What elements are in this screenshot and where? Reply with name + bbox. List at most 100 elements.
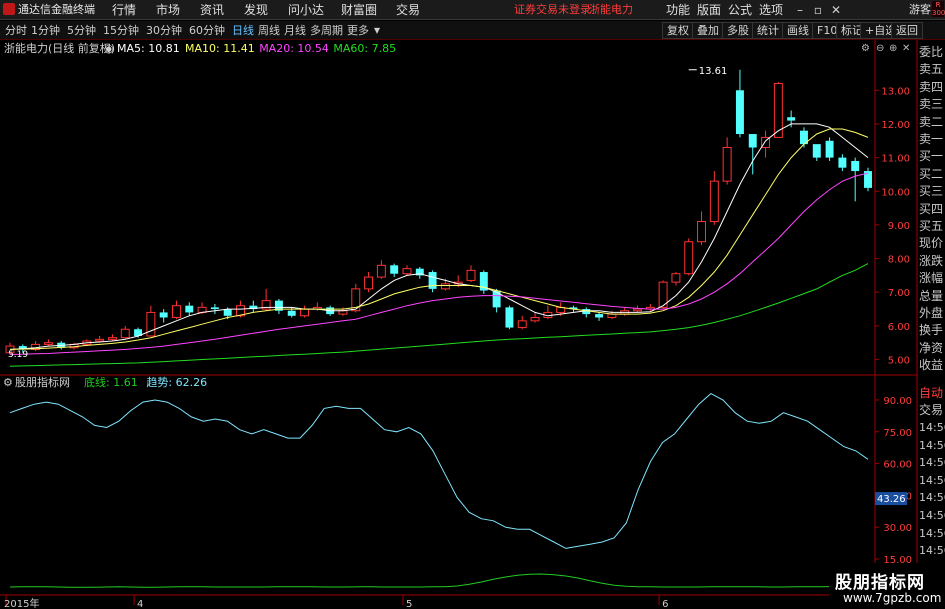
menu-item-discover[interactable]: 发现 <box>244 0 268 20</box>
watermark-title: 股朋指标网 <box>835 573 925 593</box>
date-tick-label: 2015年 <box>4 597 39 609</box>
legend-ma5: MA5: 10.81 <box>117 42 180 55</box>
zoom-out-icon: ⊖ <box>876 43 884 54</box>
legend-dot-icon: ◉ <box>104 42 114 55</box>
candle-body-down <box>185 305 194 313</box>
app-title: 通达信金融终端 <box>0 0 95 20</box>
price-tick-label: 12.00 <box>881 120 910 131</box>
menu-item-layout[interactable]: 版面 <box>697 0 721 20</box>
side-label: 换手 <box>919 323 944 338</box>
side-label: 委比 <box>919 45 944 59</box>
side-label: 买五 <box>919 219 944 233</box>
indicator-legend-1: 趋势: 62.26 <box>146 376 207 389</box>
baseline-line <box>9 573 868 588</box>
watermark-url: www.7gpzb.com <box>843 591 942 605</box>
candle-body-up <box>607 313 617 318</box>
price-chart-title: 浙能电力(日线 前复权) <box>4 41 115 55</box>
indicator-tick-label: 75.00 <box>883 428 912 439</box>
candle-body-down <box>812 144 821 158</box>
period-daily[interactable]: 日线 <box>232 21 254 40</box>
period-30min[interactable]: 30分钟 <box>146 21 182 40</box>
candle-body-up <box>376 264 386 278</box>
period-intraday[interactable]: 分时 <box>5 21 27 40</box>
trade-label[interactable]: 交易 <box>919 401 945 419</box>
menu-item-news[interactable]: 资讯 <box>200 0 224 20</box>
candle-body-down <box>210 307 219 310</box>
adjust-button[interactable]: 复权 <box>662 22 694 39</box>
statistics-button[interactable]: 统计 <box>752 22 784 39</box>
candle-body-up <box>466 269 476 281</box>
candle-body-up <box>684 241 694 275</box>
period-monthly[interactable]: 月线 <box>284 21 306 40</box>
price-tick-label: 10.00 <box>881 187 910 198</box>
minimize-icon[interactable]: – <box>793 3 807 17</box>
side-label: 卖一 <box>919 132 944 146</box>
indicator-gear-icon: ⚙ <box>3 376 13 389</box>
rank-badge: R 300 <box>932 1 945 17</box>
app-title-text: 通达信金融终端 <box>18 3 95 16</box>
multi-stock-button[interactable]: 多股 <box>722 22 754 39</box>
menu-item-quotes[interactable]: 行情 <box>112 0 136 20</box>
candle-body-down <box>735 90 744 135</box>
side-label: 收益 <box>919 358 944 373</box>
candle-body-down <box>492 290 501 308</box>
period-toolbar: 分时 1分钟 5分钟 15分钟 30分钟 60分钟 日线 周线 月线 多周期 更… <box>0 21 945 40</box>
candle-body-up <box>722 147 732 182</box>
candle-body-down <box>390 265 399 274</box>
back-button[interactable]: 返回 <box>891 22 923 39</box>
indicator-tick-label: 30.00 <box>883 523 912 534</box>
period-weekly[interactable]: 周线 <box>258 21 280 40</box>
trade-login-status[interactable]: 证券交易未登录 <box>514 0 591 20</box>
chart-area[interactable]: 5.00 6.00 7.00 8.00 9.00 10.00 11.00 12.00 13.00… <box>0 40 945 609</box>
draw-line-button[interactable]: 画线 <box>782 22 814 39</box>
more-chevron-down-icon[interactable]: ▾ <box>370 23 384 37</box>
menu-item-trade[interactable]: 交易 <box>396 0 420 20</box>
side-label: 买四 <box>919 201 944 216</box>
period-1min[interactable]: 1分钟 <box>31 21 60 40</box>
candle-body-down <box>287 310 296 316</box>
menu-item-ask[interactable]: 问小达 <box>288 0 324 20</box>
candle-body-down <box>505 307 514 328</box>
menu-item-formula[interactable]: 公式 <box>728 0 752 20</box>
trade-time: 14:56 <box>919 544 945 558</box>
candle-body-down <box>595 314 604 318</box>
period-5min[interactable]: 5分钟 <box>67 21 96 40</box>
current-stock-name: 浙能电力 <box>589 3 633 16</box>
candle-body-up <box>517 320 527 329</box>
menu-item-options[interactable]: 选项 <box>759 0 783 20</box>
candle-body-down <box>851 160 860 172</box>
menu-item-function[interactable]: 功能 <box>666 0 690 20</box>
period-15min[interactable]: 15分钟 <box>103 21 139 40</box>
overlay-button[interactable]: 叠加 <box>692 22 724 39</box>
trade-time: 14:56 <box>919 456 945 470</box>
zoom-in-icon: ⊕ <box>889 43 897 54</box>
low-annotation: 5.19 <box>8 350 28 360</box>
candle-body-up <box>402 268 412 275</box>
guest-label[interactable]: 游客 <box>909 0 931 20</box>
candle-body-down <box>223 309 232 316</box>
candle-body-up <box>172 305 181 318</box>
close-icon[interactable]: ✕ <box>829 3 843 17</box>
trade-time: 14:56 <box>919 526 945 540</box>
auto-label[interactable]: 自动 <box>919 384 945 402</box>
period-more[interactable]: 更多 <box>347 21 369 40</box>
candle-body-up <box>709 180 719 223</box>
menu-item-market[interactable]: 市场 <box>156 0 180 20</box>
candle-body-down <box>825 140 834 158</box>
legend-ma10: MA10: 11.41 <box>185 42 255 55</box>
side-label: 买一 <box>919 149 944 164</box>
side-label: 净资 <box>919 340 944 355</box>
trade-time: 14:56 <box>919 491 945 505</box>
period-multi[interactable]: 多周期 <box>310 21 343 40</box>
candle-body-up <box>95 338 105 342</box>
candle-body-up <box>338 310 348 315</box>
side-label: 卖四 <box>919 79 944 94</box>
candle-body-down <box>838 157 847 168</box>
candle-body-up <box>107 337 117 340</box>
candle-body-down <box>159 312 168 318</box>
price-tick-label: 8.00 <box>888 255 910 266</box>
side-label: 卖二 <box>919 114 944 129</box>
period-60min[interactable]: 60分钟 <box>189 21 225 40</box>
maximize-icon[interactable]: ▫ <box>811 3 825 17</box>
menu-item-wealth[interactable]: 财富圈 <box>341 0 377 20</box>
